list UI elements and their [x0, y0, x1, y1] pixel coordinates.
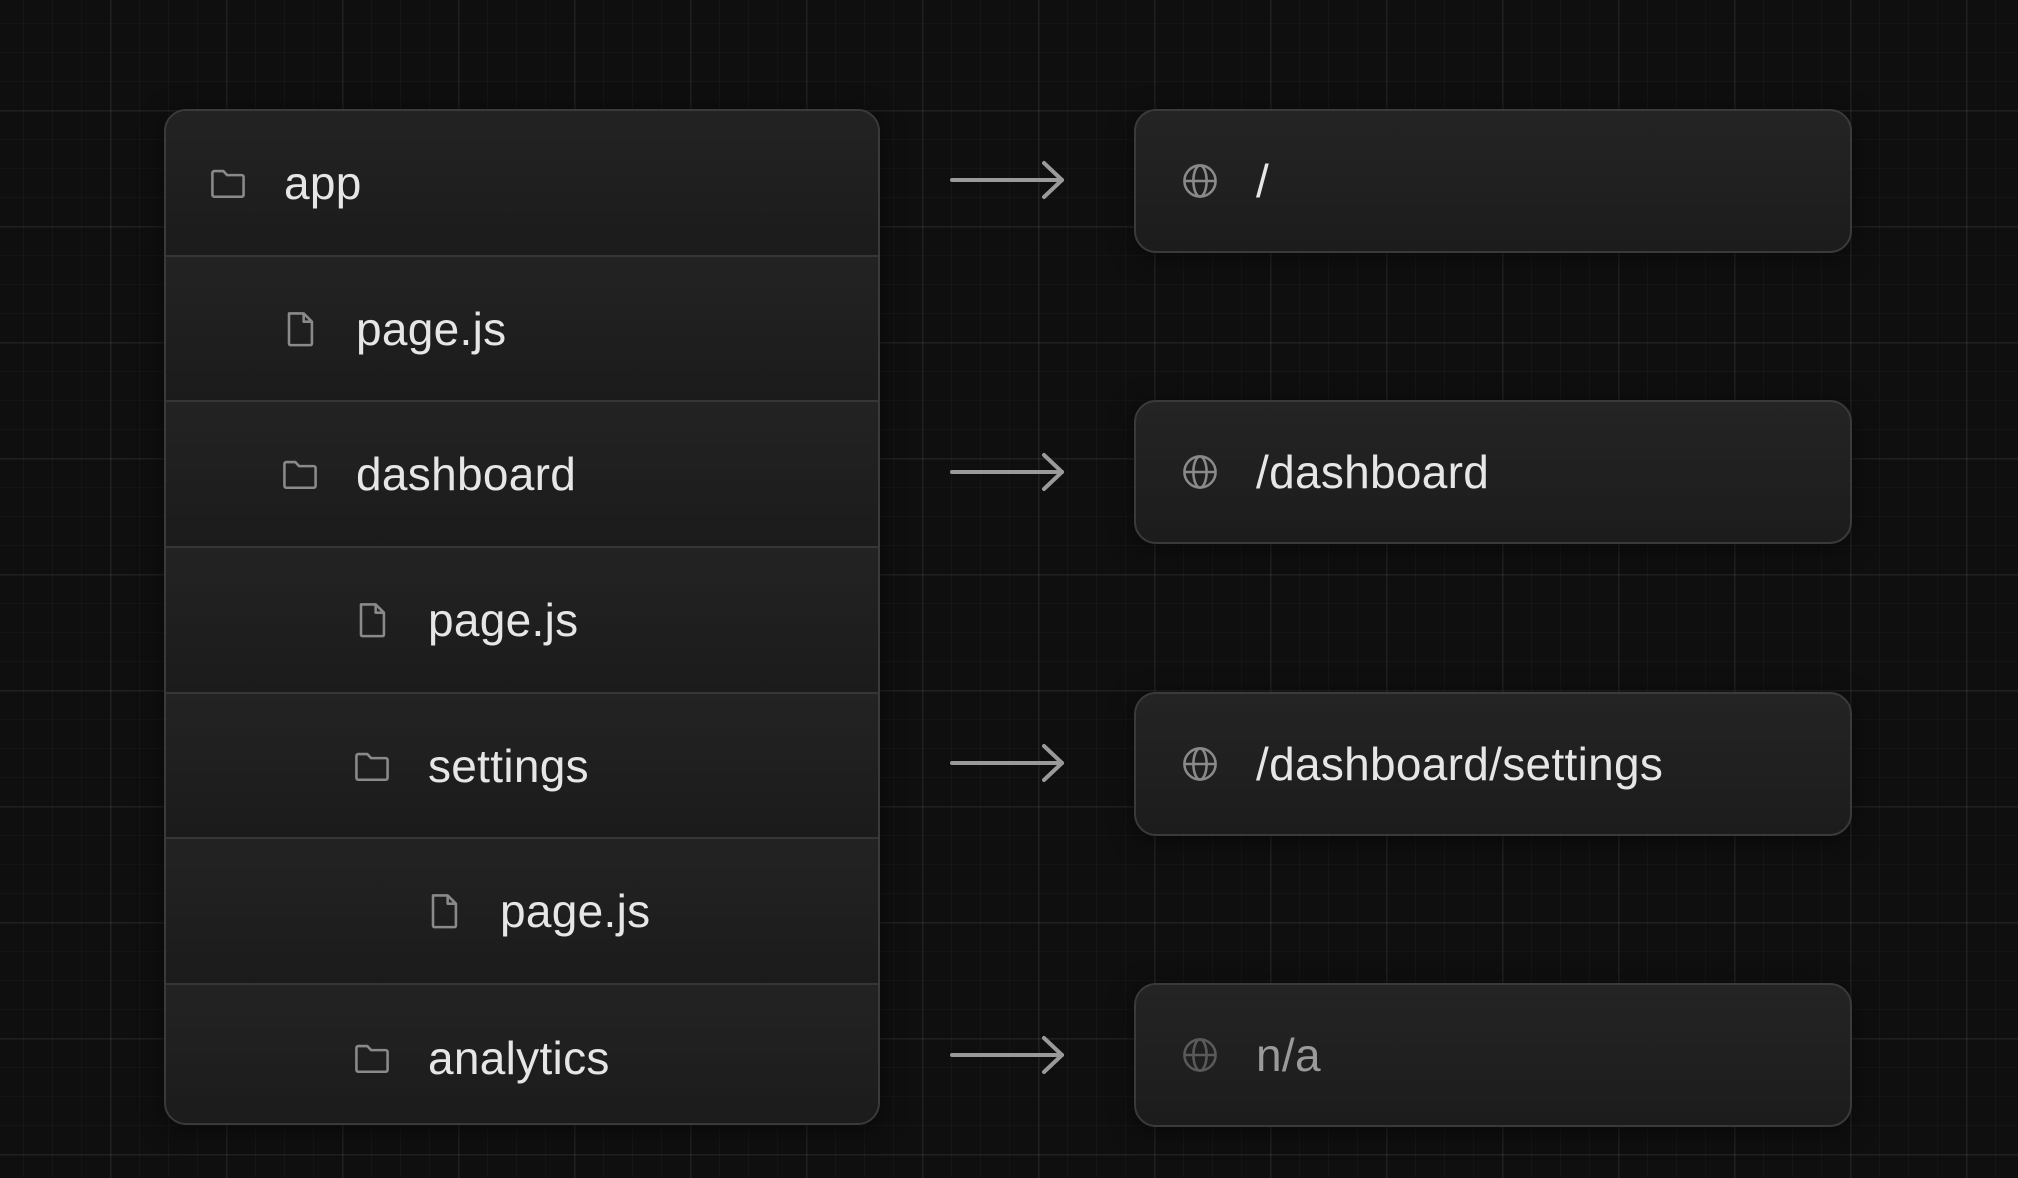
file-icon: [278, 307, 322, 351]
file-icon: [422, 889, 466, 933]
route-label: /dashboard: [1256, 446, 1490, 498]
tree-row-dashboard-page-js[interactable]: page.js: [166, 548, 878, 694]
route-label: /: [1256, 155, 1270, 207]
route-box-dashboard[interactable]: /dashboard: [1134, 400, 1852, 544]
tree-row-settings-page-js[interactable]: page.js: [166, 839, 878, 986]
file-icon: [350, 598, 394, 642]
tree-row-dashboard[interactable]: dashboard: [166, 402, 878, 549]
globe-icon: [1178, 742, 1222, 786]
globe-icon: [1178, 1033, 1222, 1077]
tree-label: settings: [428, 739, 589, 792]
tree-label: page.js: [356, 302, 507, 355]
tree-row-page-js[interactable]: page.js: [166, 256, 878, 403]
tree-label: page.js: [500, 885, 651, 938]
route-box-root[interactable]: /: [1134, 109, 1852, 253]
file-tree-panel: app page.js dashboard page.js settings p…: [164, 109, 880, 1125]
route-box-not-applicable[interactable]: n/a: [1134, 983, 1852, 1127]
tree-label: page.js: [428, 593, 579, 646]
arrow-right-icon: [950, 158, 1066, 202]
tree-row-app[interactable]: app: [166, 111, 878, 257]
tree-label: dashboard: [356, 448, 577, 501]
route-box-dashboard-settings[interactable]: /dashboard/settings: [1134, 692, 1852, 836]
folder-icon: [350, 744, 394, 788]
globe-icon: [1178, 159, 1222, 203]
tree-label: app: [284, 156, 362, 209]
tree-label: analytics: [428, 1031, 610, 1084]
route-label: /dashboard/settings: [1256, 738, 1664, 790]
globe-icon: [1178, 450, 1222, 494]
route-label: n/a: [1256, 1029, 1321, 1081]
folder-icon: [350, 1036, 394, 1080]
tree-row-analytics[interactable]: analytics: [166, 985, 878, 1123]
arrow-right-icon: [950, 1033, 1066, 1077]
folder-icon: [278, 452, 322, 496]
arrow-right-icon: [950, 741, 1066, 785]
arrow-right-icon: [950, 450, 1066, 494]
folder-icon: [206, 161, 250, 205]
tree-row-settings[interactable]: settings: [166, 693, 878, 840]
